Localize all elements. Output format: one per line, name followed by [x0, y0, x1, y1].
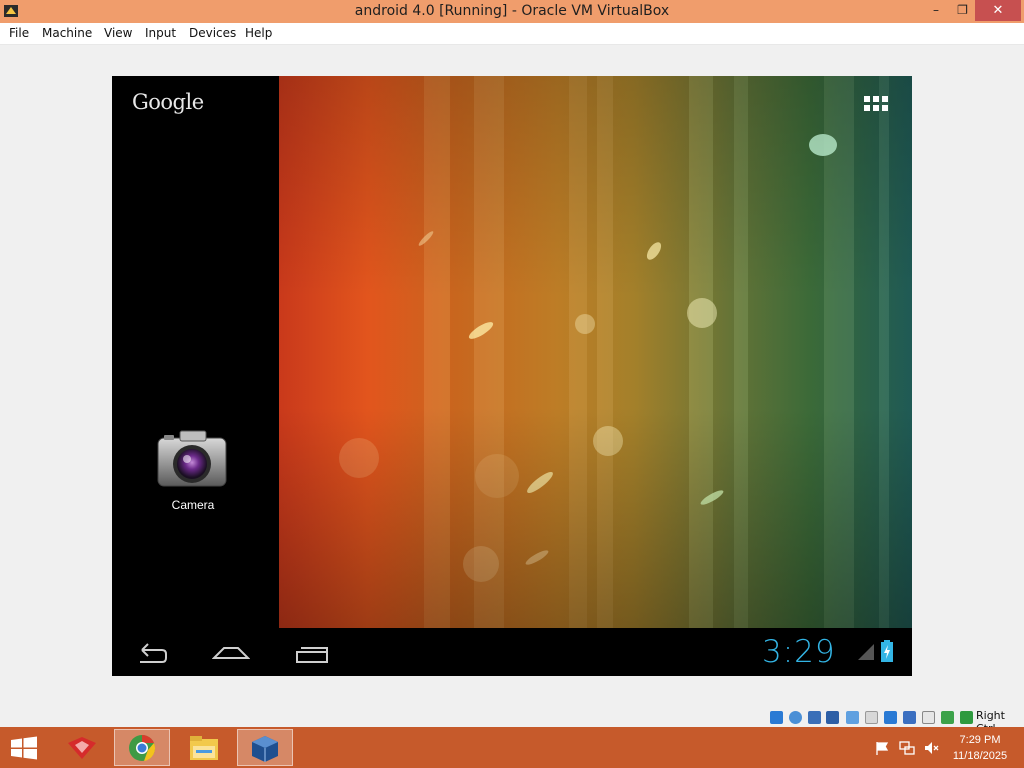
clock-time: 7:29 PM: [959, 734, 1001, 746]
guest-display[interactable]: Google Camera 3:29: [112, 76, 912, 676]
network-icon[interactable]: [865, 711, 878, 724]
camera-shortcut[interactable]: Camera: [150, 428, 236, 518]
taskbar-chrome[interactable]: [114, 729, 170, 766]
action-center-flag-icon[interactable]: [874, 740, 890, 756]
windows-start-icon[interactable]: [10, 736, 38, 760]
menu-bar: File Machine View Input Devices Help: [0, 23, 1024, 45]
signal-icon: [858, 644, 874, 660]
android-nav-bar: 3:29: [112, 628, 912, 676]
back-icon[interactable]: [134, 638, 170, 668]
taskbar-clock[interactable]: 7:29 PM 11/18/2025: [940, 732, 1020, 764]
display-icon[interactable]: [884, 711, 897, 724]
optical-disk-icon[interactable]: [789, 711, 802, 724]
minimize-button[interactable]: –: [922, 0, 950, 21]
window-title: android 4.0 [Running] - Oracle VM Virtua…: [354, 3, 670, 19]
display-icon[interactable]: [846, 711, 859, 724]
usb-icon[interactable]: [808, 711, 821, 724]
taskbar-app-1[interactable]: [54, 729, 110, 766]
virtualbox-icon: [252, 736, 278, 762]
menu-input[interactable]: Input: [145, 23, 176, 44]
app-icon: [68, 737, 96, 759]
recent-apps-icon[interactable]: [294, 638, 330, 668]
clock-date: 11/18/2025: [952, 750, 1008, 762]
mouse-integration-icon[interactable]: [922, 711, 935, 724]
chrome-icon: [129, 735, 156, 761]
file-explorer-icon: [190, 736, 218, 760]
shared-folders-icon[interactable]: [826, 711, 839, 724]
home-left-panel: Google Camera: [112, 76, 279, 628]
menu-help[interactable]: Help: [245, 23, 272, 44]
restore-button[interactable]: ❐: [950, 0, 975, 21]
close-button[interactable]: ✕: [975, 0, 1021, 21]
status-clock[interactable]: 3:29: [762, 634, 836, 670]
all-apps-grid-icon[interactable]: [864, 96, 890, 112]
host-key-icon[interactable]: [960, 711, 973, 724]
menu-view[interactable]: View: [104, 23, 132, 44]
menu-file[interactable]: File: [9, 23, 29, 44]
keyboard-capture-icon[interactable]: [941, 711, 954, 724]
google-search-label[interactable]: Google: [132, 90, 204, 114]
camera-icon: [157, 430, 227, 487]
volume-muted-icon[interactable]: [923, 740, 939, 756]
taskbar-file-explorer[interactable]: [176, 729, 232, 766]
taskbar-virtualbox[interactable]: [237, 729, 293, 766]
windows-taskbar: 7:29 PM 11/18/2025: [0, 727, 1024, 768]
window-titlebar[interactable]: android 4.0 [Running] - Oracle VM Virtua…: [0, 0, 1024, 23]
battery-charging-icon: [881, 640, 893, 662]
home-icon[interactable]: [212, 638, 250, 668]
menu-machine[interactable]: Machine: [42, 23, 92, 44]
hard-disk-icon[interactable]: [770, 711, 783, 724]
camera-label: Camera: [171, 498, 215, 512]
video-capture-icon[interactable]: [903, 711, 916, 724]
menu-devices[interactable]: Devices: [189, 23, 236, 44]
home-wallpaper[interactable]: [279, 76, 912, 628]
network-icon[interactable]: [899, 740, 915, 756]
